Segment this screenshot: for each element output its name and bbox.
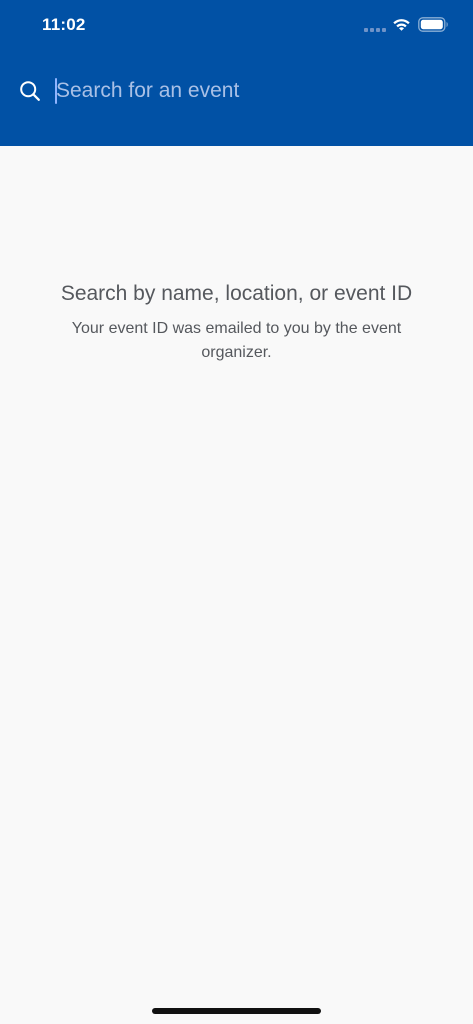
text-cursor <box>55 78 57 104</box>
empty-state-title: Search by name, location, or event ID <box>60 282 413 305</box>
event-search-screen: 11:02 Search for an event Search by name… <box>0 0 473 1024</box>
home-indicator[interactable] <box>152 1008 321 1014</box>
search-bar[interactable] <box>0 66 473 116</box>
wifi-icon <box>393 19 410 31</box>
search-header: 11:02 <box>0 0 473 146</box>
battery-icon <box>418 17 448 32</box>
status-time: 11:02 <box>42 15 86 34</box>
status-bar: 11:02 <box>0 0 473 52</box>
search-input[interactable] <box>54 72 451 110</box>
cellular-signal-icon <box>364 28 386 32</box>
empty-state: Search by name, location, or event ID Yo… <box>40 279 433 365</box>
search-icon <box>20 81 40 101</box>
empty-state-subtitle: Your event ID was emailed to you by the … <box>71 320 402 361</box>
